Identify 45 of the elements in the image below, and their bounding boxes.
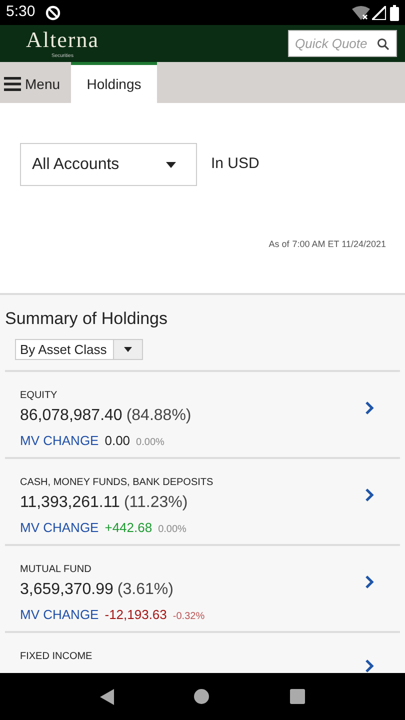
- asset-class-label: EQUITY: [20, 389, 58, 403]
- mv-change-value: +442.68: [104, 519, 152, 537]
- market-value: 86,078,987.40: [20, 406, 122, 426]
- summary-title: Summary of Holdings: [5, 308, 169, 330]
- clock: 5:30: [6, 2, 36, 22]
- account-select[interactable]: All Accounts: [20, 143, 197, 186]
- share-percent: (3.61%): [117, 580, 174, 600]
- signal-icon: [372, 6, 386, 20]
- caret-icon: [124, 346, 132, 352]
- share-percent: (11.23%): [124, 493, 188, 513]
- grouping-select[interactable]: By Asset Class: [15, 338, 143, 360]
- search-icon: [377, 38, 389, 50]
- logo: Alterna: [26, 28, 99, 52]
- menu-icon: [4, 77, 21, 91]
- back-icon[interactable]: [100, 688, 114, 704]
- wifi-off-icon: [352, 6, 370, 20]
- home-icon[interactable]: [194, 689, 210, 704]
- asset-class-label: FIXED INCOME: [20, 650, 94, 664]
- as-of-label: As of: [268, 238, 290, 251]
- mv-change-label: MV CHANGE: [20, 606, 99, 624]
- mv-change-percent: 0.00%: [136, 436, 164, 450]
- quick-quote-field[interactable]: Quick Quote: [288, 30, 397, 57]
- chevron-right-icon[interactable]: [365, 575, 374, 589]
- recents-icon[interactable]: [290, 689, 305, 704]
- holdings-tab[interactable]: Holdings: [71, 62, 158, 103]
- no-sync-icon: [45, 4, 62, 20]
- menu-button[interactable]: Menu: [0, 62, 72, 103]
- market-value: 3,659,370.99: [20, 580, 114, 600]
- chevron-right-icon[interactable]: [365, 659, 374, 673]
- mv-change-percent: 0.00%: [158, 523, 186, 537]
- mv-change-value: 0.00: [104, 432, 130, 450]
- mv-change-value: -12,193.63: [104, 606, 167, 624]
- mv-change-label: MV CHANGE: [20, 519, 99, 537]
- caret-icon: [166, 162, 176, 168]
- share-percent: (84.88%): [126, 406, 192, 426]
- chevron-right-icon[interactable]: [365, 488, 374, 502]
- asset-class-label: CASH, MONEY FUNDS, BANK DEPOSITS: [20, 476, 214, 490]
- mv-change-percent: -0.32%: [172, 610, 205, 624]
- mv-change-label: MV CHANGE: [20, 432, 99, 450]
- asset-class-label: MUTUAL FUND: [20, 563, 92, 577]
- currency-label: In USD: [211, 154, 260, 174]
- as-of-time: 7:00 AM ET 11/24/2021: [292, 238, 386, 251]
- battery-icon: [390, 4, 399, 20]
- chevron-right-icon[interactable]: [365, 401, 374, 415]
- market-value: 11,393,261.11: [20, 493, 120, 513]
